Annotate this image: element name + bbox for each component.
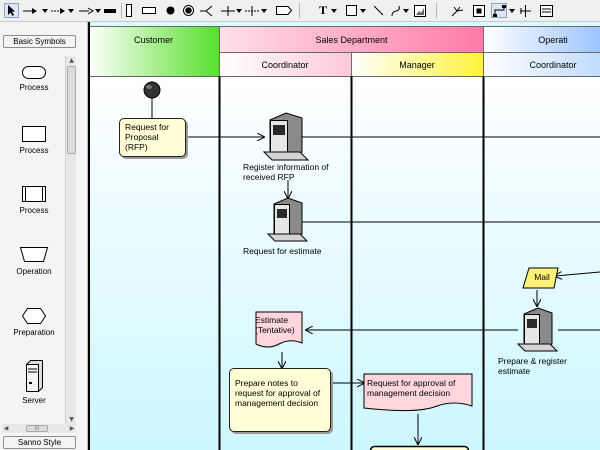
palette-item-process-rounded[interactable]: Process: [2, 66, 66, 92]
toolbar: T: [0, 0, 600, 22]
rectangle-tool-icon[interactable]: [345, 3, 357, 18]
text-tool-icon[interactable]: T: [317, 3, 329, 18]
lane-title-coordinator-1: Coordinator: [261, 60, 309, 70]
chevron-down-icon[interactable]: [235, 3, 243, 18]
palette-item-label: Operation: [16, 267, 52, 276]
label-estimate-tentative: Estimate (Tentative): [255, 315, 295, 335]
curve-tool-icon[interactable]: [390, 3, 402, 18]
palette-item-label: Preparation: [13, 328, 55, 337]
palette-item-label: Process: [19, 206, 49, 215]
palette-item-preparation[interactable]: Preparation: [2, 308, 66, 337]
diagram-canvas[interactable]: Customer Sales Department Operati Coordi…: [88, 22, 600, 450]
scroll-up-icon[interactable]: ▲: [66, 56, 77, 65]
scroll-down-icon[interactable]: ▼: [66, 415, 77, 424]
thick-line-icon[interactable]: [103, 3, 117, 18]
connector-style-icon[interactable]: [491, 3, 507, 18]
vertical-lane-icon[interactable]: [245, 3, 259, 18]
scrollbar-thumb[interactable]: |||: [26, 425, 48, 432]
fork-icon[interactable]: [199, 3, 213, 18]
start-node-icon[interactable]: [143, 81, 161, 99]
palette-item-predefined-process[interactable]: Process: [2, 186, 66, 215]
chevron-down-icon[interactable]: [260, 3, 268, 18]
trapezoid-icon: [19, 247, 49, 262]
arrow-connector-icon[interactable]: [22, 3, 38, 18]
lane-header-customer[interactable]: [88, 26, 220, 77]
scroll-left-icon[interactable]: ◀: [2, 424, 10, 433]
dashed-arrow-icon[interactable]: [50, 3, 66, 18]
lane-title-customer: Customer: [133, 35, 173, 45]
note-shape-icon[interactable]: [276, 3, 292, 18]
palette-item-operation[interactable]: Operation: [2, 247, 66, 276]
select-tool-icon[interactable]: [4, 3, 19, 18]
flow-arrow-icon[interactable]: [78, 3, 94, 18]
palette-item-process-rect[interactable]: Process: [2, 126, 66, 155]
server-icon[interactable]: [262, 112, 310, 161]
palette-item-label: Process: [19, 83, 49, 92]
scrollbar-thumb[interactable]: [67, 66, 76, 154]
final-node-icon[interactable]: [182, 3, 194, 18]
process-box-rfp[interactable]: Request for Proposal (RFP): [119, 118, 186, 157]
process-box[interactable]: [369, 445, 470, 450]
server-icon[interactable]: [516, 307, 559, 352]
fit-tool-icon[interactable]: [472, 3, 486, 18]
swimlane-diagram: [88, 22, 600, 450]
swimlane-vertical-icon[interactable]: [125, 3, 133, 18]
chevron-down-icon[interactable]: [359, 3, 367, 18]
pan-tool-icon[interactable]: [450, 3, 464, 18]
chevron-down-icon[interactable]: [94, 3, 102, 18]
predefined-process-icon: [22, 186, 46, 202]
chevron-down-icon[interactable]: [41, 3, 49, 18]
server-icon[interactable]: [266, 197, 309, 242]
grip-icon: |||: [34, 425, 40, 431]
label-approval-request: Request for approval of management decis…: [367, 378, 456, 398]
palette-item-label: Process: [19, 146, 49, 155]
process-box-prepare-notes[interactable]: Prepare notes to request for approval of…: [229, 368, 331, 432]
chevron-down-icon[interactable]: [508, 3, 516, 18]
label-request-estimate: Request for estimate: [243, 246, 322, 256]
line-tool-icon[interactable]: [372, 3, 384, 18]
label-mail: Mail: [534, 272, 550, 282]
lane-title-manager: Manager: [399, 60, 435, 70]
scroll-right-icon[interactable]: ▶: [68, 424, 76, 433]
server-icon: [25, 360, 43, 393]
rectangle-icon: [22, 126, 46, 142]
lane-title-operations: Operati: [538, 35, 568, 45]
layout-tool-icon[interactable]: [538, 3, 554, 18]
image-tool-icon[interactable]: [413, 3, 426, 18]
chevron-down-icon[interactable]: [67, 3, 75, 18]
horizontal-lane-icon[interactable]: [221, 3, 235, 18]
palette-tab-basic-symbols[interactable]: Basic Symbols: [3, 35, 76, 48]
palette-item-server[interactable]: Server: [2, 360, 66, 405]
palette-tab-sanno-style[interactable]: Sanno Style: [3, 436, 76, 449]
resize-tool-icon[interactable]: [518, 3, 532, 18]
rounded-rect-icon: [22, 66, 46, 79]
chevron-down-icon[interactable]: [330, 3, 338, 18]
label-register-info: Register information of received RFP: [243, 162, 329, 182]
label-prepare-register: Prepare & register estimate: [498, 356, 567, 376]
chevron-down-icon[interactable]: [402, 3, 410, 18]
swimlane-horizontal-icon[interactable]: [142, 3, 156, 18]
lane-title-sales: Sales Department: [315, 35, 388, 45]
hexagon-icon: [21, 308, 47, 324]
palette-horizontal-scrollbar[interactable]: ◀ ||| ▶: [2, 424, 76, 433]
initial-node-icon[interactable]: [165, 3, 175, 18]
symbol-palette: Basic Symbols Process Process Process Op…: [0, 22, 88, 450]
lane-title-coordinator-2: Coordinator: [529, 60, 577, 70]
palette-vertical-scrollbar[interactable]: ▲ ▼: [65, 56, 76, 424]
palette-item-label: Server: [22, 396, 46, 405]
